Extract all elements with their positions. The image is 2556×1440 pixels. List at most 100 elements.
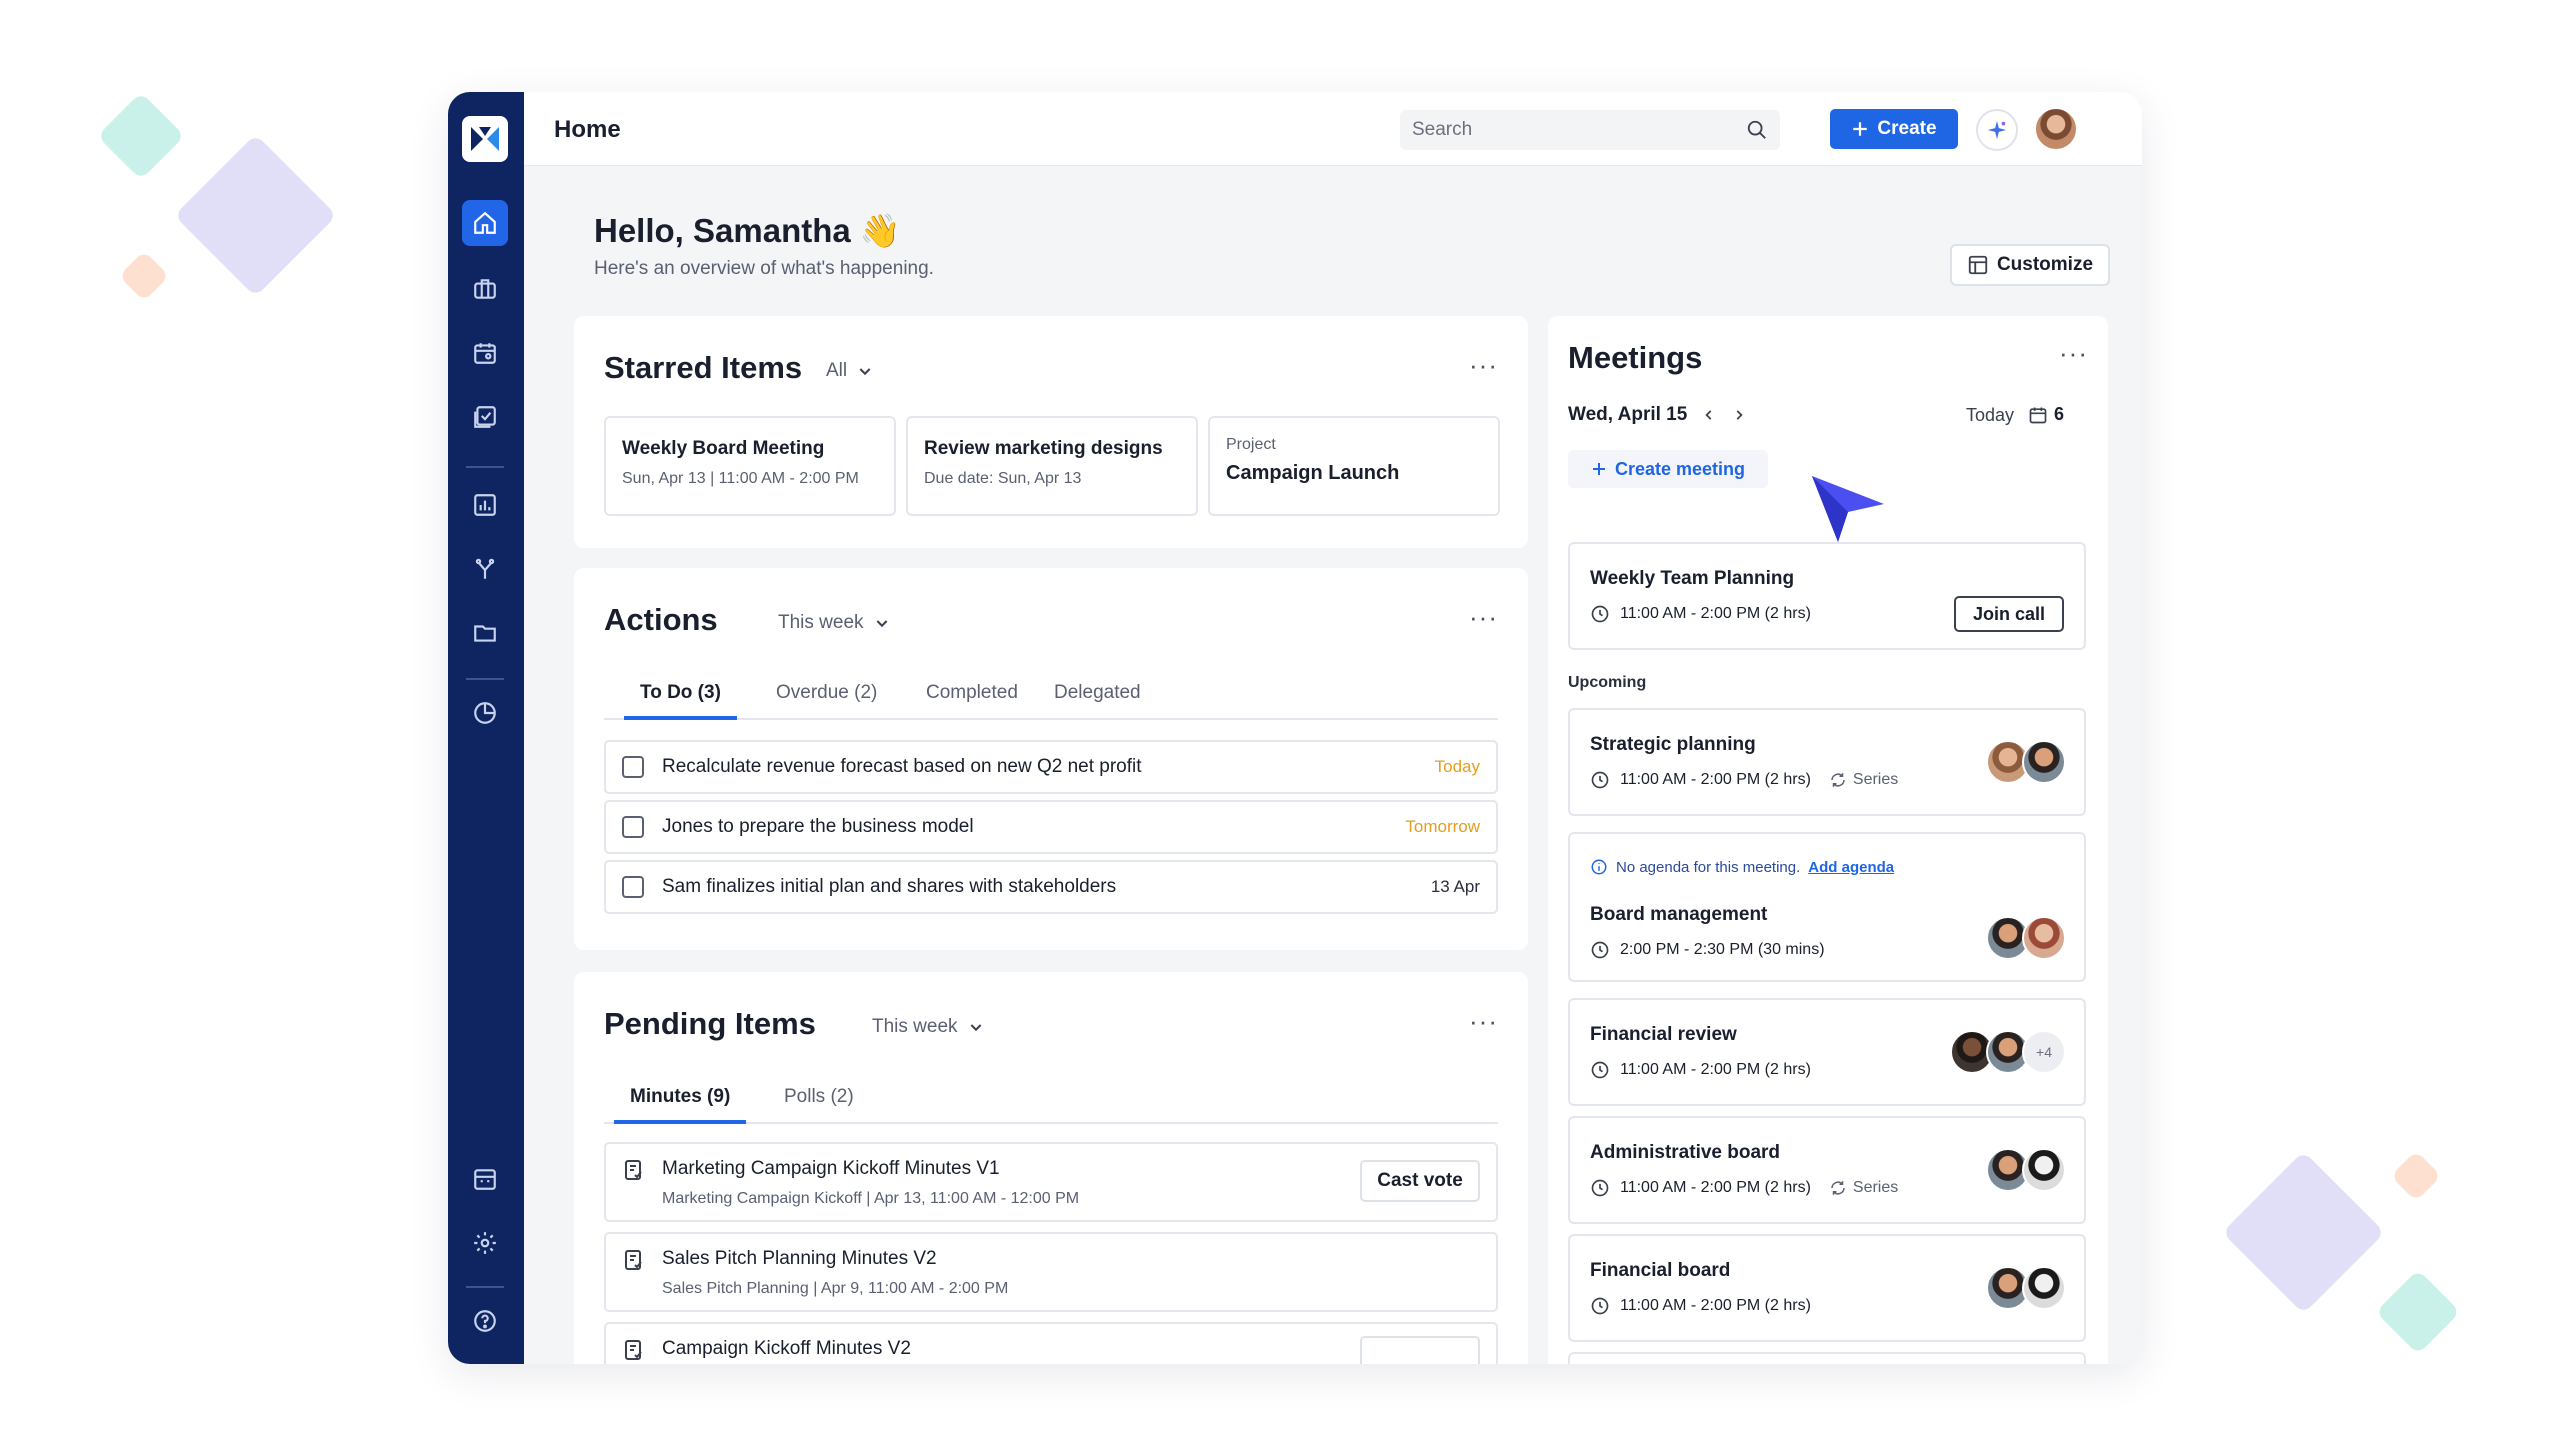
pending-title: Marketing Campaign Kickoff Minutes V1 <box>662 1158 1000 1179</box>
cast-vote-button[interactable]: Cast vote <box>1360 1160 1480 1202</box>
chevron-down-icon <box>876 620 887 628</box>
join-call-button[interactable]: Join call <box>1954 596 2064 632</box>
checklist-icon <box>474 406 496 428</box>
search-input[interactable] <box>1412 110 1732 150</box>
branch-icon <box>475 558 495 579</box>
starred-more-button[interactable]: ··· <box>1469 350 1498 381</box>
tab-overdue[interactable]: Overdue (2) <box>760 682 893 720</box>
meeting-title: Financial board <box>1590 1260 1731 1281</box>
starred-items-card: Starred Items All ··· Weekly Board Meeti… <box>574 316 1528 548</box>
pending-more-button[interactable]: ··· <box>1469 1006 1498 1037</box>
ai-assistant-button[interactable] <box>1976 109 2018 151</box>
starred-item-meeting[interactable]: Weekly Board Meeting Sun, Apr 13 | 11:00… <box>604 416 896 516</box>
action-row[interactable]: Jones to prepare the business model Tomo… <box>604 800 1498 854</box>
add-agenda-link[interactable]: Add agenda <box>1808 859 1894 876</box>
attendee-avatar <box>2022 740 2066 784</box>
actions-more-button[interactable]: ··· <box>1469 602 1498 633</box>
decor-sparkle-peach <box>118 250 170 302</box>
sidebar-item-help[interactable] <box>462 1298 508 1344</box>
layout-icon <box>1968 255 1988 275</box>
tab-completed[interactable]: Completed <box>910 682 1034 720</box>
attendee-avatars <box>1986 1148 2066 1192</box>
starred-filter-dropdown[interactable]: All <box>826 360 873 382</box>
meeting-count-value: 6 <box>2054 404 2065 424</box>
sidebar-item-boardroom[interactable] <box>462 1156 508 1202</box>
create-button[interactable]: Create <box>1830 109 1958 149</box>
decor-sparkle-teal <box>2375 1269 2461 1355</box>
sidebar-item-home[interactable] <box>462 200 508 246</box>
customize-button[interactable]: Customize <box>1950 244 2110 286</box>
action-row[interactable]: Sam finalizes initial plan and shares wi… <box>604 860 1498 914</box>
sidebar-item-calendar[interactable] <box>462 330 508 376</box>
user-avatar[interactable] <box>2034 107 2078 151</box>
meeting-card[interactable]: Financial review 11:00 AM - 2:00 PM (2 h… <box>1568 998 2086 1106</box>
tab-delegated[interactable]: Delegated <box>1038 682 1157 720</box>
chevron-left-icon[interactable] <box>1702 408 1716 422</box>
sidebar-item-workflows[interactable] <box>462 546 508 592</box>
calendar-icon <box>474 343 496 364</box>
starred-item-title: Review marketing designs <box>924 438 1163 459</box>
sidebar-item-reports[interactable] <box>462 482 508 528</box>
create-meeting-label: Create meeting <box>1614 458 1746 479</box>
pending-filter-dropdown[interactable]: This week <box>872 1016 984 1038</box>
clock-icon <box>1591 1179 1609 1197</box>
meeting-time: 11:00 AM - 2:00 PM (2 hrs) Series <box>1590 1178 1898 1198</box>
pending-row[interactable]: Marketing Campaign Kickoff Minutes V1 Ma… <box>604 1142 1498 1222</box>
meeting-time-text: 11:00 AM - 2:00 PM (2 hrs) <box>1620 771 1811 788</box>
tab-todo[interactable]: To Do (3) <box>624 682 737 720</box>
meeting-time-text: 11:00 AM - 2:00 PM (2 hrs) <box>1620 1061 1811 1078</box>
greeting-text: Hello, Samantha <box>594 212 851 249</box>
starred-item-project[interactable]: Project Campaign Launch <box>1208 416 1500 516</box>
mouse-cursor-icon <box>1812 476 1884 542</box>
folder-icon <box>474 625 496 642</box>
chevron-right-icon[interactable] <box>1732 408 1746 422</box>
action-row[interactable]: Recalculate revenue forecast based on ne… <box>604 740 1498 794</box>
meeting-card[interactable]: Administrative board 11:00 AM - 2:00 PM … <box>1568 1116 2086 1224</box>
sidebar-item-organization[interactable] <box>462 266 508 312</box>
cast-vote-button[interactable] <box>1360 1336 1480 1364</box>
more-attendees-badge[interactable]: +4 <box>2022 1030 2066 1074</box>
meeting-title: Administrative board <box>1590 1142 1781 1163</box>
actions-filter-dropdown[interactable]: This week <box>778 612 890 634</box>
meeting-card[interactable] <box>1568 1352 2086 1364</box>
pending-row[interactable]: Sales Pitch Planning Minutes V2 Sales Pi… <box>604 1232 1498 1312</box>
meeting-card-current[interactable]: Weekly Team Planning 11:00 AM - 2:00 PM … <box>1568 542 2086 650</box>
repeat-icon <box>1831 773 1845 787</box>
action-checkbox[interactable] <box>622 876 644 898</box>
starred-item-title: Campaign Launch <box>1226 462 1400 484</box>
app-logo[interactable] <box>462 116 508 162</box>
meeting-card[interactable]: Strategic planning 11:00 AM - 2:00 PM (2… <box>1568 708 2086 816</box>
action-checkbox[interactable] <box>622 816 644 838</box>
meeting-card[interactable]: Financial board 11:00 AM - 2:00 PM (2 hr… <box>1568 1234 2086 1342</box>
starred-item-sub: Sun, Apr 13 | 11:00 AM - 2:00 PM <box>622 470 859 487</box>
building-icon <box>474 1169 496 1190</box>
pending-row[interactable]: Campaign Kickoff Minutes V2 <box>604 1322 1498 1364</box>
action-due-label: Today <box>1434 757 1480 776</box>
action-checkbox[interactable] <box>622 756 644 778</box>
create-meeting-button[interactable]: Create meeting <box>1568 450 1768 488</box>
tab-polls[interactable]: Polls (2) <box>768 1086 870 1124</box>
meetings-more-button[interactable]: ··· <box>2059 338 2088 369</box>
sidebar-item-tasks[interactable] <box>462 394 508 440</box>
pending-title: Campaign Kickoff Minutes V2 <box>662 1338 911 1359</box>
sidebar-item-files[interactable] <box>462 610 508 656</box>
decor-sparkle-lavender <box>2222 1151 2385 1314</box>
actions-title: Actions <box>604 602 718 637</box>
starred-item-task[interactable]: Review marketing designs Due date: Sun, … <box>906 416 1198 516</box>
today-button[interactable]: Today <box>1966 405 2014 426</box>
sidebar-item-analytics[interactable] <box>462 690 508 736</box>
series-badge: Series <box>1829 1179 1898 1197</box>
series-label: Series <box>1852 1179 1899 1196</box>
customize-label: Customize <box>1996 254 2094 275</box>
sidebar-item-settings[interactable] <box>462 1220 508 1266</box>
search-box[interactable] <box>1400 110 1780 150</box>
tab-minutes[interactable]: Minutes (9) <box>614 1086 747 1124</box>
search-icon[interactable] <box>1746 119 1768 141</box>
minutes-document-icon <box>625 1340 642 1360</box>
meeting-time-text: 11:00 AM - 2:00 PM (2 hrs) <box>1620 1179 1811 1196</box>
greeting: Hello, Samantha 👋 <box>594 212 901 251</box>
pending-filter-label: This week <box>872 1016 958 1037</box>
attendee-avatar <box>2022 1266 2066 1310</box>
sidebar-divider <box>466 1286 504 1288</box>
meeting-card[interactable]: No agenda for this meeting. Add agenda B… <box>1568 832 2086 982</box>
